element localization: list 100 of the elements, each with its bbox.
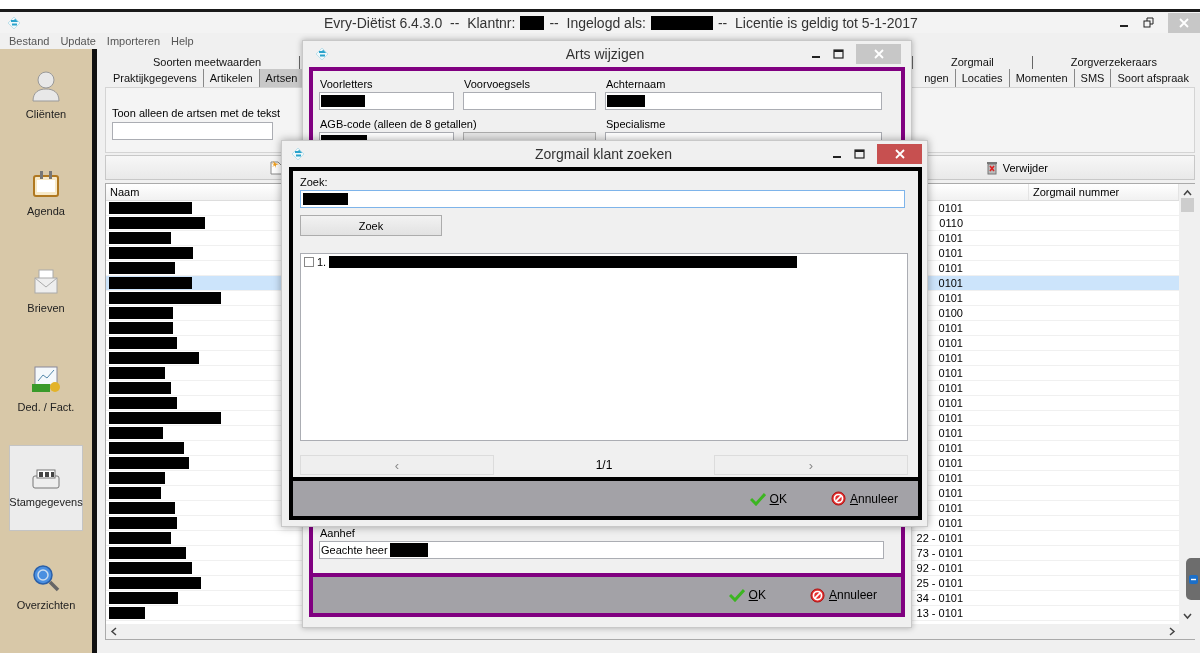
sidebar-item[interactable]: Ded. / Fact. [9,347,83,431]
cash-register-icon [31,468,61,490]
redaction-bar [607,95,645,107]
field-label: Voorletters [319,77,374,92]
results-list[interactable]: 1. [300,253,908,441]
tab[interactable]: Soorten meetwaarden [115,55,301,69]
table-cell-text: 0101 [937,502,964,514]
check-icon [728,588,745,602]
menu-item[interactable]: Help [171,35,194,47]
close-icon [873,49,884,59]
sidebar-item[interactable]: Brieven [9,249,83,333]
trash-icon [985,160,998,175]
table-cell-text: 0110 [938,217,964,229]
table-cell-text: 0101 [937,202,964,214]
redaction-bar [520,15,545,30]
input-field[interactable]: Geachte heer [319,541,884,559]
tab[interactable]: Zorgverzekeraars [1032,55,1195,69]
search-button[interactable]: Zoek [300,215,442,236]
sidebar-item[interactable]: Stamgegevens [9,445,83,531]
side-panel-tab[interactable] [1186,558,1200,600]
close-button[interactable] [877,144,922,164]
table-cell-text: 13 - 0101 [915,607,964,619]
window-title: -- Ingelogd als: [549,14,646,31]
table-cell-text: 0101 [937,247,964,259]
scroll-right-icon[interactable] [1169,627,1176,636]
table-cell-text: 0101 [937,337,964,349]
close-icon [1179,17,1189,28]
table-cell-text: 0100 [937,307,964,319]
input-field[interactable] [319,92,454,110]
input-field[interactable] [463,92,596,110]
menu-item[interactable]: Update [60,35,96,47]
field-label: Aanhef [319,526,356,541]
ok-button[interactable]: OK [728,588,766,602]
page-indicator: 1/1 [594,458,614,472]
table-cell-text: 0101 [937,352,964,364]
redaction-bar [650,15,713,30]
sidebar-item[interactable]: Cliënten [9,53,83,137]
table-cell-text: 0101 [937,517,964,529]
search-field[interactable] [300,190,905,208]
app-logo-icon [315,47,329,61]
menu-item[interactable]: Bestand [9,35,50,47]
window-title: -- Licentie is geldig tot 5-1-2017 [717,14,918,31]
table-cell-text: 0101 [937,457,964,469]
table-cell-text: 22 - 0101 [915,532,964,544]
table-cell-text: 92 - 0101 [915,562,964,574]
scroll-left-icon[interactable] [110,627,117,636]
scrollbar-thumb[interactable] [1181,198,1194,212]
table-cell-text: 0101 [937,442,964,454]
cancel-button[interactable]: Annuleer [809,587,877,603]
field-label: Specialisme [605,117,667,132]
table-cell-text: 0101 [937,292,964,304]
field-value: Geachte heer [321,544,388,556]
restore-icon[interactable] [1143,17,1154,28]
app-logo-icon [7,15,21,30]
tab[interactable]: Soort afspraak [1111,69,1195,87]
stop-icon [830,491,846,506]
maximize-icon[interactable] [854,149,865,159]
stop-icon [809,587,825,603]
input-field[interactable] [605,92,882,110]
sidebar-item[interactable]: Agenda [9,151,83,235]
ok-button[interactable]: OK [749,491,787,506]
table-cell-text: 73 - 0101 [915,547,964,559]
redaction-bar [389,543,428,557]
window-title: Evry-Diëtist 6.4.3.0 -- Klantnr: [324,14,516,31]
table-cell-text: 0101 [937,262,964,274]
dialog-title: Zorgmail klant zoeken [534,146,673,162]
field-label: AGB-code (alleen de 8 getallen) [319,117,477,132]
table-cell-text: 0101 [937,412,964,424]
delete-button[interactable]: Verwijder [985,160,1048,175]
person-icon [31,70,61,102]
table-cell-text: 0101 [937,367,964,379]
magnifier-icon [31,563,61,593]
table-cell-text: 0101 [937,322,964,334]
tab[interactable]: Artsen [259,69,305,87]
sidebar-item[interactable]: Overzichten [9,545,83,629]
chart-money-icon [30,365,62,395]
filter-field[interactable] [112,122,273,140]
close-icon [894,149,905,159]
menu-item[interactable]: Importeren [106,35,161,47]
check-icon [749,491,766,506]
scroll-up-icon[interactable] [1183,189,1192,196]
letter-icon [32,268,60,296]
calendar-icon [31,169,61,199]
table-cell-text: 0101 [937,232,964,244]
table-cell-text: 0101 [937,427,964,439]
table-cell-text: 0101 [937,382,964,394]
scroll-down-icon[interactable] [1183,613,1192,620]
table-cell-text: 0101 [937,472,964,484]
table-cell-text: 34 - 0101 [915,592,964,604]
checkbox[interactable] [304,257,314,267]
dialog-title: Arts wijzigen [564,46,646,62]
cancel-button[interactable]: Annuleer [830,491,898,506]
filter-label: Toon alleen de artsen met de tekst [112,107,282,119]
maximize-icon[interactable] [833,49,844,59]
table-cell-text: 0101 [937,397,964,409]
field-label: Voorvoegsels [463,77,532,92]
table-cell-text: 0101 [937,277,964,289]
list-item-text: 1. [317,256,327,268]
app-logo-icon [291,147,305,161]
field-label: Achternaam [605,77,667,92]
